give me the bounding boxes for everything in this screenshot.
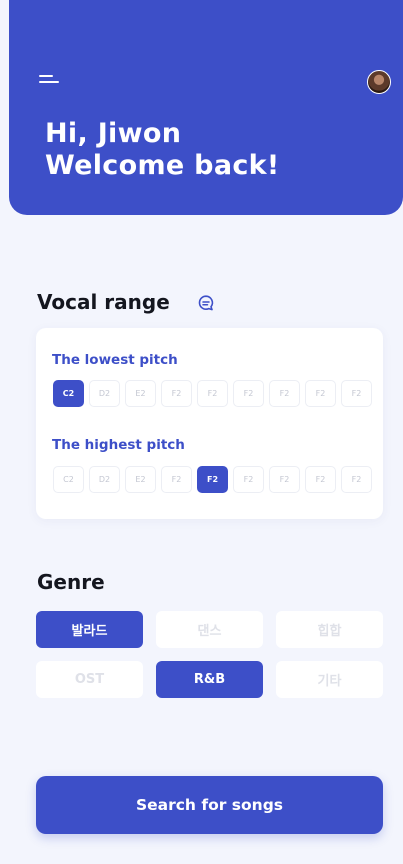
highest-pitch-chip[interactable]: D2 [89, 466, 120, 493]
highest-pitch-chip[interactable]: F2 [305, 466, 336, 493]
lowest-pitch-chip[interactable]: C2 [53, 380, 84, 407]
highest-pitch-label: The highest pitch [52, 437, 185, 453]
greeting-welcome: Welcome back! [45, 150, 280, 181]
lowest-pitch-label: The lowest pitch [52, 352, 178, 368]
genre-option[interactable]: OST [36, 661, 143, 698]
lowest-pitch-chip[interactable]: F2 [233, 380, 264, 407]
highest-pitch-chip[interactable]: F2 [197, 466, 228, 493]
highest-pitch-chip[interactable]: F2 [269, 466, 300, 493]
lowest-pitch-row: C2 D2 E2 F2 F2 F2 F2 F2 F2 [53, 380, 372, 407]
genre-option[interactable]: 댄스 [156, 611, 263, 648]
avatar[interactable] [367, 70, 391, 94]
genre-option[interactable]: 발라드 [36, 611, 143, 648]
lowest-pitch-chip[interactable]: E2 [125, 380, 156, 407]
lowest-pitch-chip[interactable]: F2 [305, 380, 336, 407]
highest-pitch-chip[interactable]: F2 [233, 466, 264, 493]
highest-pitch-chip[interactable]: F2 [341, 466, 372, 493]
lowest-pitch-chip[interactable]: F2 [161, 380, 192, 407]
highest-pitch-chip[interactable]: F2 [161, 466, 192, 493]
lowest-pitch-chip[interactable]: D2 [89, 380, 120, 407]
vocal-range-card: The lowest pitch C2 D2 E2 F2 F2 F2 F2 F2 F2 The … [36, 328, 383, 519]
highest-pitch-chip[interactable]: E2 [125, 466, 156, 493]
chat-icon[interactable] [197, 294, 215, 312]
menu-icon[interactable] [39, 75, 59, 89]
genre-option[interactable]: 힙합 [276, 611, 383, 648]
greeting: Hi, Jiwon Welcome back! [45, 118, 280, 182]
genre-option[interactable]: R&B [156, 661, 263, 698]
genre-title: Genre [37, 570, 105, 594]
lowest-pitch-chip[interactable]: F2 [269, 380, 300, 407]
lowest-pitch-chip[interactable]: F2 [341, 380, 372, 407]
highest-pitch-chip[interactable]: C2 [53, 466, 84, 493]
highest-pitch-row: C2 D2 E2 F2 F2 F2 F2 F2 F2 [53, 466, 372, 493]
vocal-range-title: Vocal range [37, 290, 170, 314]
lowest-pitch-chip[interactable]: F2 [197, 380, 228, 407]
greeting-name: Hi, Jiwon [45, 118, 182, 149]
search-for-songs-button[interactable]: Search for songs [36, 776, 383, 834]
genre-option[interactable]: 기타 [276, 661, 383, 698]
header: Hi, Jiwon Welcome back! [9, 0, 403, 215]
